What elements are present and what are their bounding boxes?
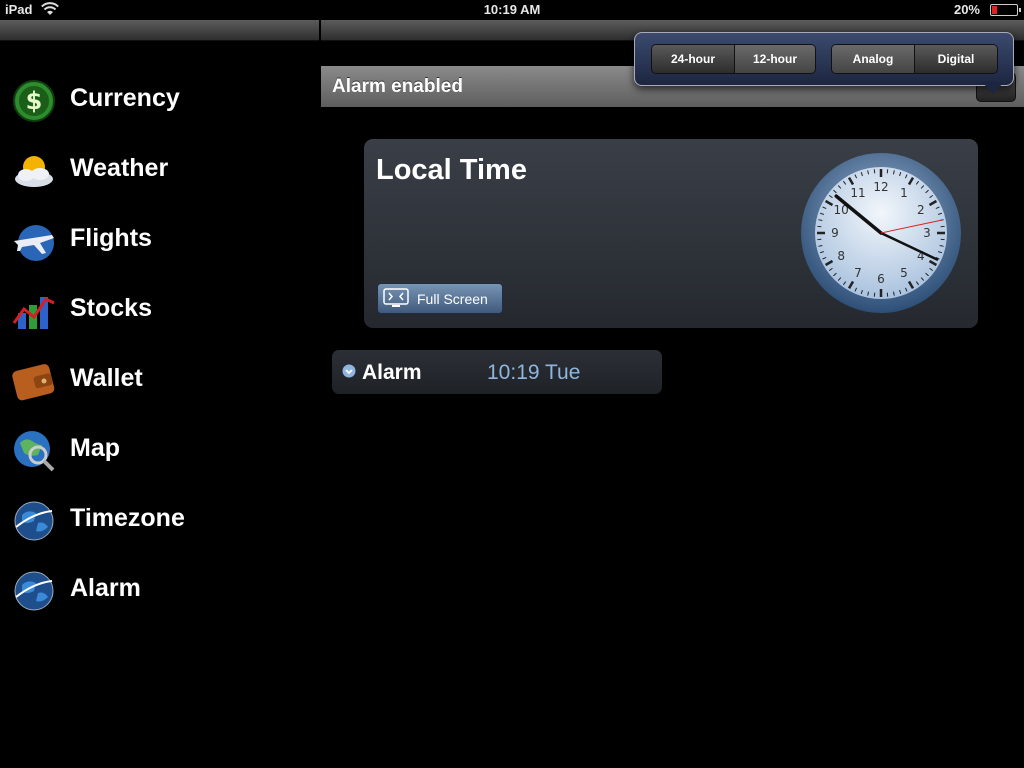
alarm-row[interactable]: Alarm 10:19 Tue — [332, 350, 662, 394]
clock-icon — [342, 364, 356, 378]
fullscreen-label: Full Screen — [417, 291, 488, 307]
clock-number: 3 — [923, 226, 931, 240]
weather-icon — [15, 156, 53, 187]
currency-icon: $ — [13, 80, 55, 122]
sidebar-item-label: Stocks — [70, 294, 152, 322]
clock-style-segmented-control: Analog Digital — [831, 44, 998, 74]
display-options-popover: 24-hour 12-hour Analog Digital — [634, 32, 1014, 86]
12-hour-option[interactable]: 12-hour — [734, 45, 815, 73]
card-title: Local Time — [376, 154, 527, 186]
sidebar-item-label: Wallet — [70, 364, 143, 392]
24-hour-option[interactable]: 24-hour — [652, 45, 734, 73]
sidebar-item-weather[interactable]: Weather — [0, 134, 320, 204]
clock-number: 6 — [877, 272, 885, 286]
sidebar-item-stocks[interactable]: Stocks — [0, 274, 320, 344]
clock-number: 1 — [900, 186, 908, 200]
analog-option[interactable]: Analog — [832, 45, 914, 73]
sidebar-item-flights[interactable]: Flights — [0, 204, 320, 274]
battery-icon — [990, 4, 1021, 16]
sidebar-item-currency[interactable]: $ Currency — [0, 64, 320, 134]
status-time: 10:19 AM — [483, 2, 541, 17]
sidebar-item-label: Flights — [70, 224, 152, 252]
popover-arrow — [982, 82, 1004, 94]
sidebar-item-label: Alarm — [70, 574, 141, 602]
sidebar-item-timezone[interactable]: Timezone — [0, 484, 320, 554]
sidebar-item-label: Weather — [70, 154, 169, 182]
sidebar-item-label: Currency — [70, 84, 180, 112]
wallet-icon — [12, 364, 55, 401]
status-bar: iPad 10:19 AM 20% — [0, 0, 1024, 20]
flights-icon — [14, 225, 54, 261]
sidebar-item-label: Map — [70, 434, 120, 462]
clock-number: 7 — [854, 266, 862, 280]
clock-number: 5 — [900, 266, 908, 280]
svg-text:$: $ — [26, 87, 43, 115]
stocks-icon — [12, 297, 55, 329]
hour-format-segmented-control: 24-hour 12-hour — [651, 44, 816, 74]
fullscreen-icon — [383, 288, 409, 307]
sidebar-item-alarm[interactable]: Alarm — [0, 554, 320, 624]
clock-number: 12 — [873, 180, 888, 194]
clock-number: 2 — [917, 203, 925, 217]
clock-number: 9 — [831, 226, 839, 240]
alarm-label: Alarm — [362, 361, 422, 384]
sidebar-item-map[interactable]: Map — [0, 414, 320, 484]
clock-number: 11 — [850, 186, 865, 200]
sidebar-item-label: Timezone — [70, 504, 185, 532]
sidebar-toolbar — [0, 20, 319, 41]
analog-clock: 1234567891011 12 — [801, 153, 961, 313]
globe-icon — [14, 501, 54, 541]
local-time-card: Local Time Full Screen 1 2 3 4 5 6 7 8 9 10 11 12 — [364, 139, 978, 328]
alarm-time: 10:19 Tue — [487, 361, 581, 384]
digital-option[interactable]: Digital — [914, 45, 997, 73]
battery-level — [992, 6, 997, 14]
battery-percent: 20% — [953, 2, 980, 17]
fullscreen-button[interactable]: Full Screen — [377, 283, 503, 314]
map-icon — [14, 431, 55, 472]
clock-number: 8 — [837, 249, 845, 263]
page-title: Alarm enabled — [332, 76, 463, 97]
globe-icon — [14, 571, 54, 611]
sidebar-item-wallet[interactable]: Wallet — [0, 344, 320, 414]
